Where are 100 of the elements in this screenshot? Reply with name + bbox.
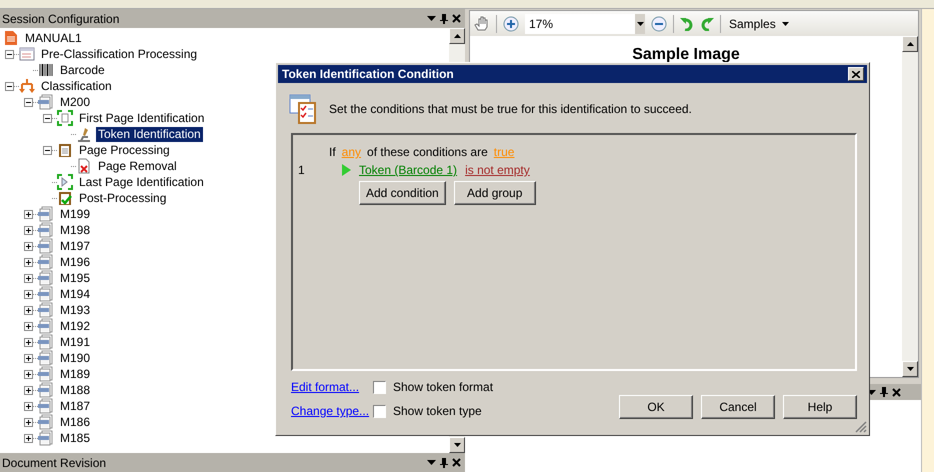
- samples-menu[interactable]: Samples: [727, 16, 791, 30]
- pages-icon: [38, 430, 54, 446]
- resize-grip-icon[interactable]: [855, 421, 867, 433]
- tree-item[interactable]: Post-Processing: [77, 190, 168, 206]
- tree-item[interactable]: Pre-Classification Processing: [39, 46, 200, 62]
- tree-item[interactable]: M189: [58, 366, 92, 382]
- expand-icon[interactable]: [24, 226, 33, 234]
- add-button[interactable]: Add group: [454, 181, 536, 205]
- tree-item[interactable]: Classification: [39, 78, 114, 94]
- link[interactable]: Change type...: [291, 404, 373, 418]
- dialog-button[interactable]: Cancel: [701, 395, 775, 419]
- caret-icon[interactable]: [906, 367, 914, 371]
- tree-item[interactable]: Page Removal: [96, 158, 179, 174]
- tree-item[interactable]: M195: [58, 270, 92, 286]
- dialog-button[interactable]: OK: [619, 395, 693, 419]
- expand-icon[interactable]: [24, 354, 33, 362]
- collapse-icon[interactable]: [24, 98, 33, 106]
- redo-icon[interactable]: [700, 16, 714, 30]
- zoom-field[interactable]: 17%: [525, 14, 645, 34]
- tree-item[interactable]: Barcode: [58, 62, 107, 78]
- pages-icon: [38, 398, 54, 414]
- operator-link[interactable]: is not empty: [465, 163, 530, 177]
- panel-title: Session Configuration: [2, 12, 120, 26]
- zoom-in-icon[interactable]: [503, 16, 519, 32]
- caret-icon[interactable]: [782, 22, 789, 26]
- condition-number: 1: [298, 163, 306, 177]
- collapse-icon[interactable]: [5, 50, 14, 58]
- checkbox[interactable]: [373, 380, 386, 394]
- expand-icon[interactable]: [24, 434, 33, 442]
- undo-icon[interactable]: [680, 16, 694, 30]
- tree-item[interactable]: Last Page Identification: [77, 174, 206, 190]
- tree-item[interactable]: M198: [58, 222, 92, 238]
- clipboard-icon: [57, 142, 73, 158]
- expand-icon[interactable]: [24, 338, 33, 346]
- checkbox[interactable]: [373, 404, 386, 418]
- up-arrow-icon[interactable]: [906, 42, 914, 46]
- close-icon[interactable]: [892, 388, 901, 396]
- dropdown-icon[interactable]: [427, 460, 436, 465]
- expand-icon[interactable]: [24, 210, 33, 218]
- expand-icon[interactable]: [24, 306, 33, 314]
- tree-item[interactable]: M194: [58, 286, 92, 302]
- tree-item[interactable]: M185: [58, 430, 92, 446]
- tree-item[interactable]: M190: [58, 350, 92, 366]
- expand-icon[interactable]: [24, 258, 33, 266]
- dialog-button[interactable]: Help: [783, 395, 857, 419]
- tree-item[interactable]: M192: [58, 318, 92, 334]
- pages-icon: [38, 382, 54, 398]
- close-icon[interactable]: [852, 70, 860, 78]
- zoom-out-icon[interactable]: [651, 16, 667, 32]
- expand-icon[interactable]: [24, 402, 33, 410]
- add-button[interactable]: Add condition: [359, 181, 446, 205]
- tree-item[interactable]: First Page Identification: [77, 110, 206, 126]
- microscope-icon: [76, 126, 92, 142]
- split-arrows-icon: [19, 78, 35, 94]
- close-icon[interactable]: [452, 14, 461, 23]
- close-icon[interactable]: [452, 458, 461, 467]
- up-arrow-icon[interactable]: [454, 34, 460, 38]
- tree-item[interactable]: M197: [58, 238, 92, 254]
- expand-icon[interactable]: [24, 322, 33, 330]
- panel-title: Document Revision: [2, 456, 108, 470]
- collapse-icon[interactable]: [43, 114, 52, 122]
- tree-item[interactable]: M187: [58, 398, 92, 414]
- caret-icon[interactable]: [636, 22, 644, 26]
- scrollbar[interactable]: [902, 36, 918, 377]
- collapse-icon[interactable]: [43, 146, 52, 154]
- pages-icon: [38, 238, 54, 254]
- tree-item[interactable]: Page Processing: [77, 142, 172, 158]
- pages-icon: [38, 94, 54, 110]
- tree-item[interactable]: MANUAL1: [23, 30, 84, 46]
- pages-icon: [38, 302, 54, 318]
- hand-icon[interactable]: [474, 16, 490, 32]
- condition-text: If: [329, 145, 336, 159]
- expand-icon[interactable]: [24, 386, 33, 394]
- checklist-icon: [289, 94, 319, 124]
- expand-icon[interactable]: [24, 242, 33, 250]
- expand-icon[interactable]: [24, 370, 33, 378]
- dropdown-icon[interactable]: [427, 16, 436, 21]
- checkbox-label: Show token format: [393, 380, 494, 394]
- tree-item[interactable]: M200: [58, 94, 92, 110]
- pin-icon[interactable]: [440, 14, 448, 24]
- tree-item[interactable]: M186: [58, 414, 92, 430]
- expand-icon[interactable]: [24, 418, 33, 426]
- expand-icon[interactable]: [24, 274, 33, 282]
- tree-item[interactable]: M196: [58, 254, 92, 270]
- page-delete-icon: [76, 158, 92, 174]
- barcode-icon: [38, 62, 54, 78]
- tree-item[interactable]: M188: [58, 382, 92, 398]
- checkbox-label: Show token type: [393, 404, 482, 418]
- dialog-title: Token Identification Condition: [282, 67, 454, 81]
- collapse-icon[interactable]: [5, 82, 14, 90]
- link[interactable]: Edit format...: [291, 380, 373, 394]
- pin-icon[interactable]: [880, 387, 888, 397]
- tree-item[interactable]: Token Identification: [96, 126, 203, 142]
- tree-item[interactable]: M199: [58, 206, 92, 222]
- caret-icon[interactable]: [454, 443, 460, 447]
- expand-icon[interactable]: [24, 290, 33, 298]
- tree-item[interactable]: M193: [58, 302, 92, 318]
- pin-icon[interactable]: [440, 458, 448, 468]
- close-button[interactable]: [848, 67, 864, 81]
- tree-item[interactable]: M191: [58, 334, 92, 350]
